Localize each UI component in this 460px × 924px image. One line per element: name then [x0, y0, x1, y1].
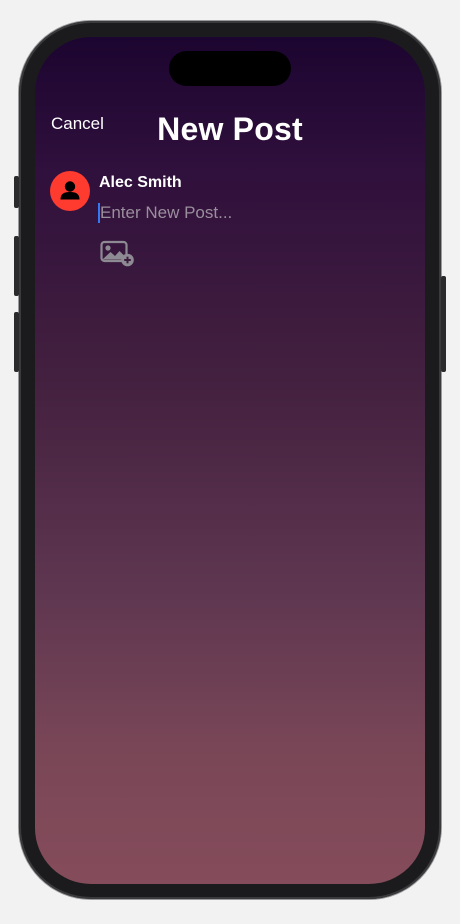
- add-photo-button[interactable]: [100, 240, 136, 268]
- volume-down-button: [14, 312, 19, 372]
- volume-up-button: [14, 236, 19, 296]
- mute-switch: [14, 176, 19, 208]
- photo-badge-plus-icon: [100, 240, 134, 267]
- text-caret: [98, 203, 100, 223]
- avatar: [50, 171, 90, 211]
- user-name: Alec Smith: [99, 174, 182, 191]
- power-button: [441, 276, 446, 372]
- new-post-input[interactable]: [98, 201, 390, 225]
- screen: Cancel New Post Alec Smith: [35, 37, 425, 884]
- person-icon: [60, 181, 80, 200]
- page-title: New Post: [157, 111, 303, 147]
- dynamic-island: [169, 51, 291, 86]
